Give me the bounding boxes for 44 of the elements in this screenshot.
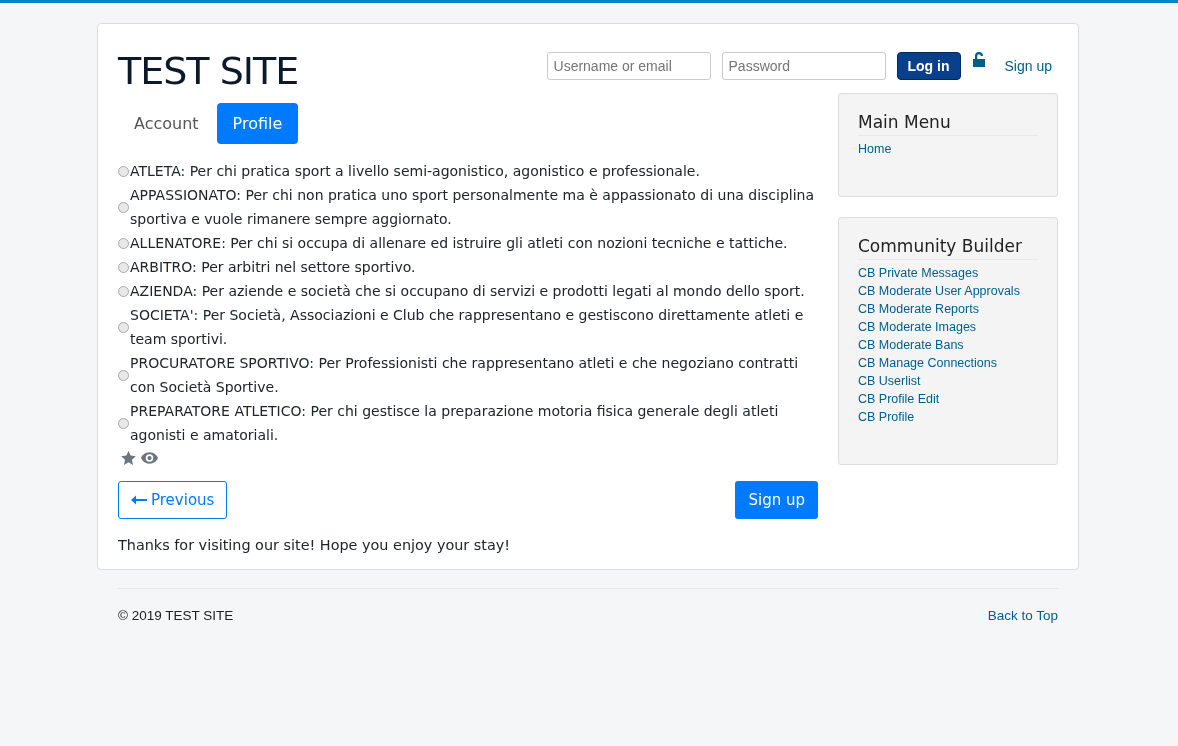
menu-link[interactable]: CB Manage Connections bbox=[858, 354, 1038, 372]
option-label: ALLENATORE: Per chi si occupa di allenare ed istruire gli atleti con nozioni tecniche e tattiche. bbox=[130, 234, 789, 253]
menu-title: Community Builder bbox=[858, 236, 1038, 260]
option-label: SOCIETA': Per Società, Associazioni e Club che rappresentano e gestiscono direttamente atleti e team sportivi. bbox=[130, 306, 805, 349]
eye-icon bbox=[141, 452, 158, 464]
menu-title: Main Menu bbox=[858, 112, 1038, 136]
copyright-text: © 2019 TEST SITE bbox=[118, 608, 234, 623]
menu-link[interactable]: CB Moderate Bans bbox=[858, 336, 1038, 354]
radio-button[interactable] bbox=[118, 417, 129, 429]
radio-button[interactable] bbox=[118, 165, 129, 177]
menu-link[interactable]: CB Profile Edit bbox=[858, 390, 1038, 408]
menu-link[interactable]: CB Moderate User Approvals bbox=[858, 282, 1038, 300]
option-label: ATLETA: Per chi pratica sport a livello semi-agonistico, agonistico e professionale. bbox=[130, 162, 701, 181]
password-field[interactable]: Password bbox=[721, 52, 886, 80]
login-button[interactable]: Log in bbox=[896, 52, 961, 80]
radio-button[interactable] bbox=[118, 201, 129, 213]
thanks-message: Thanks for visiting our site! Hope you enjoy your stay! bbox=[118, 537, 512, 553]
radio-button[interactable] bbox=[118, 261, 129, 273]
tab[interactable]: Profile bbox=[216, 103, 299, 144]
tab[interactable]: Account bbox=[118, 103, 215, 144]
signup-button[interactable]: Sign up bbox=[735, 481, 818, 519]
option-label: PREPARATORE ATLETICO: Per chi gestisce la preparazione motoria fisica generale degli atleti agonisti e amatoriali. bbox=[130, 402, 780, 445]
menu-link[interactable]: CB Userlist bbox=[858, 372, 1038, 390]
radio-button[interactable] bbox=[118, 321, 129, 333]
option-label: AZIENDA: Per aziende e società che si occupano di servizi e prodotti legati al mondo dello sport. bbox=[130, 282, 806, 301]
back-to-top-link[interactable]: Back to Top bbox=[987, 608, 1058, 623]
radio-button[interactable] bbox=[118, 369, 129, 381]
option-label: APPASSIONATO: Per chi non pratica uno sport personalmente ma è appassionato di una disciplina sportiva e vuole rimanere sempre aggiornato. bbox=[130, 186, 816, 229]
option-label: ARBITRO: Per arbitri nel settore sportivo. bbox=[130, 258, 417, 277]
unlocked-padlock-icon[interactable] bbox=[971, 52, 986, 68]
menu-link[interactable]: CB Profile bbox=[858, 408, 1038, 426]
menu-link[interactable]: Home bbox=[858, 140, 1038, 158]
star-icon bbox=[121, 451, 136, 465]
username-field[interactable]: Username or email bbox=[546, 52, 711, 80]
radio-button[interactable] bbox=[118, 285, 129, 297]
site-title[interactable]: TEST SITE bbox=[118, 48, 299, 94]
menu-link[interactable]: CB Moderate Reports bbox=[858, 300, 1038, 318]
previous-button[interactable]: Previous bbox=[118, 481, 228, 519]
radio-button[interactable] bbox=[118, 237, 129, 249]
option-label: PROCURATORE SPORTIVO: Per Professionisti che rappresentano atleti e che negoziano contratti con Società Sportive. bbox=[130, 354, 800, 397]
menu-link[interactable]: CB Private Messages bbox=[858, 264, 1038, 282]
left-arrow-icon bbox=[131, 495, 147, 505]
menu-link[interactable]: CB Moderate Images bbox=[858, 318, 1038, 336]
signup-link[interactable]: Sign up bbox=[1004, 58, 1052, 74]
